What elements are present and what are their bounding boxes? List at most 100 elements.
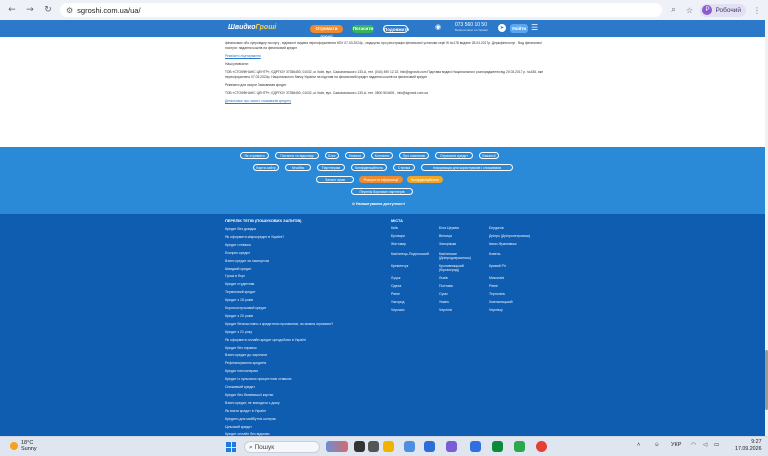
city-link[interactable]: Чернігів (439, 308, 483, 312)
city-link[interactable]: Кропивницький (Кіровоград) (439, 264, 483, 272)
file-explorer-icon[interactable] (383, 441, 394, 452)
taskbar-search[interactable]: ⌕ Пошук (244, 441, 320, 453)
address-bar[interactable]: ⚙ sgroshi.com.ua/ua/ (60, 3, 663, 17)
seo-tag-link[interactable]: Кредит з 20 років (225, 314, 253, 318)
seo-tag-link[interactable]: Експрес кредит (225, 251, 250, 255)
zoom-icon[interactable]: ⌕ (668, 5, 678, 15)
site-logo[interactable]: ШвидкоГроші (228, 24, 276, 31)
city-link[interactable]: Житомир (391, 242, 435, 246)
reload-icon[interactable]: ↻ (42, 4, 54, 16)
seo-tag-link[interactable]: Кредит з 21 року (225, 330, 252, 334)
login-button[interactable]: Увійти (510, 24, 528, 33)
seo-tag-link[interactable]: Кредит з 18 років (225, 298, 253, 302)
city-link[interactable]: Умань (439, 300, 483, 304)
city-link[interactable]: Хмельницький (489, 300, 533, 304)
volume-icon[interactable]: ◁ (703, 442, 707, 448)
seo-tag-link[interactable]: Кредит без справок (225, 346, 257, 350)
city-link[interactable]: Тернопіль (489, 292, 533, 296)
seo-tag-link[interactable]: Кредит готівкою (225, 243, 251, 247)
city-link[interactable]: Бердичів (489, 226, 533, 230)
footer-link-row1[interactable]: Вакансії (479, 152, 499, 159)
footer-link-row2[interactable]: Інформація для користувачів і споживачів (421, 164, 513, 171)
app-icon[interactable] (514, 441, 525, 452)
wifi-icon[interactable]: ◠ (691, 442, 696, 448)
seo-tag-link[interactable]: Цільовий кредит (225, 425, 252, 429)
outlook-icon[interactable] (424, 441, 435, 452)
city-link[interactable]: Львів (439, 276, 483, 280)
footer-link-row1[interactable]: Питання та відповіді (275, 152, 319, 159)
city-link[interactable]: Біла Церква (439, 226, 483, 230)
city-link[interactable]: Кривий Ріг (489, 264, 533, 268)
widgets-icon[interactable] (326, 441, 348, 452)
license-link[interactable]: Реквізити ліцензування (225, 54, 261, 58)
city-link[interactable]: Миколаїв (489, 276, 533, 280)
tray-chevron-icon[interactable]: ˄ (637, 442, 640, 448)
seo-tag-link[interactable]: Кредит пенсіонерам (225, 369, 258, 373)
repay-button[interactable]: Погасити (352, 25, 374, 33)
city-link[interactable]: Полтава (439, 284, 483, 288)
footer-link-row1[interactable]: Отримати кредит (435, 152, 473, 159)
city-link[interactable]: Луцьк (391, 276, 435, 280)
seo-tag-link[interactable]: Рефінансування кредитів (225, 361, 266, 365)
city-link[interactable]: Запоріжжя (439, 242, 483, 246)
seo-tag-link[interactable]: Взяти кредит за паспортом (225, 259, 269, 263)
city-link[interactable]: Кам'янець-Подільський (391, 252, 435, 256)
city-link[interactable]: Івано-Франківськ (489, 242, 533, 246)
footer-link-row2[interactable]: Карта сайту (253, 164, 279, 171)
seo-tag-link[interactable]: Терміновий кредит (225, 290, 256, 294)
back-icon[interactable]: ← (6, 4, 18, 16)
city-link[interactable]: Одеса (391, 284, 435, 288)
footer-link-partners[interactable]: Перелік боргових партнерів (351, 188, 413, 195)
seo-tag-link[interactable]: Гроші в борг (225, 274, 245, 278)
forward-icon[interactable]: → (24, 4, 36, 16)
footer-link-row3[interactable]: Розкриття інформації (359, 176, 403, 183)
seo-tag-link[interactable]: Кредит із нульовою процентною ставкою (225, 377, 292, 381)
excel-icon[interactable] (492, 441, 503, 452)
footer-link-row2[interactable]: Партнерам (317, 164, 345, 171)
telegram-icon[interactable]: ➤ (498, 24, 506, 32)
phone-block[interactable]: 073 560 10 50 Безкоштовно по Україні (455, 23, 488, 33)
seo-tag-link[interactable]: Споживчий кредит (225, 385, 255, 389)
site-info-icon[interactable]: ⚙ (66, 6, 73, 15)
more-menu-icon[interactable]: ⋮ (752, 6, 762, 15)
footer-link-row1[interactable]: Новини (345, 152, 365, 159)
city-link[interactable]: Суми (439, 292, 483, 296)
seo-tag-link[interactable]: Як оформити онлайн-кредит цілодобово в У… (225, 338, 306, 342)
footer-link-row1[interactable]: Про компанію (399, 152, 429, 159)
app-icon[interactable] (368, 441, 379, 452)
seo-tag-link[interactable]: Як оформити мікрокредит в Україні? (225, 235, 284, 239)
city-link[interactable]: Дніпро (Дніпропетровськ) (489, 234, 533, 238)
footer-link-row2[interactable]: Кешбек (285, 164, 311, 171)
city-link[interactable]: Черкаси (391, 308, 435, 312)
extend-button[interactable]: Подовжити (383, 25, 409, 33)
city-link[interactable]: Кременчук (391, 264, 435, 268)
visibility-icon[interactable]: ◉ (435, 23, 441, 31)
seo-tag-link[interactable]: Швидкий кредит (225, 267, 251, 271)
city-link[interactable]: Ужгород (391, 300, 435, 304)
windows-start-icon[interactable] (226, 442, 236, 452)
city-link[interactable]: Рівне (391, 292, 435, 296)
footer-link-row2[interactable]: Конфіденційність (351, 164, 387, 171)
city-link[interactable]: Київ (391, 226, 435, 230)
keyboard-language[interactable]: УКР (671, 442, 681, 448)
app-icon[interactable] (470, 441, 481, 452)
seo-tag-link[interactable]: Взяти кредит до зарплати (225, 353, 267, 357)
tray-app-icon[interactable]: ☺ (654, 442, 660, 448)
footer-link-row1[interactable]: Як отримати (240, 152, 269, 159)
city-link[interactable]: Кам'янське (Дніпродзержинськ) (439, 252, 483, 260)
get-loan-button[interactable]: Отримати гроші (310, 25, 343, 39)
seo-tag-link[interactable]: Кредит студентам (225, 282, 254, 286)
seo-tag-link[interactable]: Кредит безкоштовно з кредитною проміжною… (225, 322, 333, 326)
seo-tag-link[interactable]: Взяти кредит, не виходячи з дому (225, 401, 280, 405)
city-link[interactable]: Ковель (489, 252, 533, 256)
footer-link-row1[interactable]: Контакти (371, 152, 393, 159)
footer-link-row1[interactable]: Блог (325, 152, 339, 159)
accessibility-settings[interactable]: ⊙ Налаштування доступності (352, 202, 405, 206)
city-link[interactable]: Бровари (391, 234, 435, 238)
seo-tag-link[interactable]: Кредит без довідок (225, 227, 256, 231)
seo-tag-link[interactable]: Кредити для майбутніх контрак (225, 417, 276, 421)
system-clock[interactable]: 9:27 17.09.2026 (735, 439, 762, 453)
app-icon[interactable] (404, 441, 415, 452)
hamburger-menu-icon[interactable]: ☰ (531, 23, 538, 32)
task-view-icon[interactable] (354, 441, 365, 452)
